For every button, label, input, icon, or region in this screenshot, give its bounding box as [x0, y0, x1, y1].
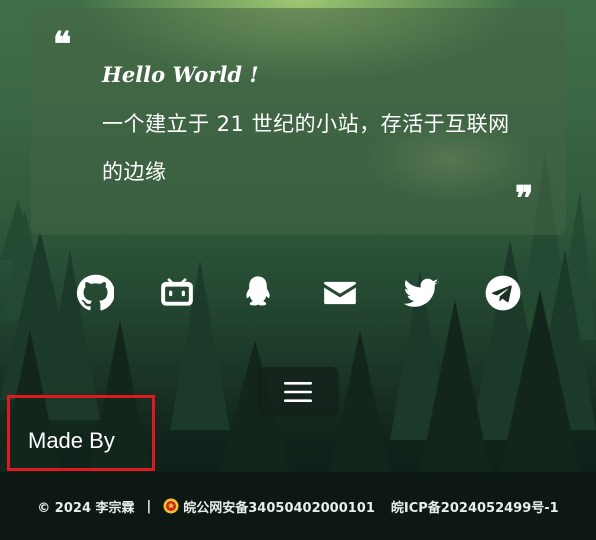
twitter-icon[interactable] [400, 272, 442, 314]
police-badge-icon [163, 498, 179, 514]
police-record-link[interactable]: 皖公网安备34050402000101 [183, 497, 375, 516]
telegram-icon[interactable] [482, 272, 524, 314]
site-footer: © 2024 李宗霖 | 皖公网安备34050402000101 皖ICP备20… [0, 472, 596, 540]
menu-icon [284, 382, 312, 402]
quote-close-icon: ❞ [515, 179, 534, 219]
mail-icon[interactable] [319, 272, 361, 314]
icp-record-link[interactable]: 皖ICP备2024052499号-1 [391, 497, 559, 516]
copyright-text: © 2024 李宗霖 [37, 500, 135, 516]
quote-open-icon: ❝ [53, 25, 72, 65]
qq-icon[interactable] [237, 272, 279, 314]
greeting-text: Hello World ! [102, 62, 259, 87]
bilibili-icon[interactable] [156, 272, 198, 314]
motto-text: 一个建立于 21 世纪的小站，存活于互联网的边缘 [102, 112, 510, 184]
github-icon[interactable] [74, 272, 116, 314]
social-links [74, 268, 524, 318]
made-by-highlight: Made By [7, 395, 155, 471]
footer-separator: | [146, 498, 152, 514]
menu-button[interactable] [257, 367, 339, 417]
made-by-label: Made By [28, 428, 115, 453]
